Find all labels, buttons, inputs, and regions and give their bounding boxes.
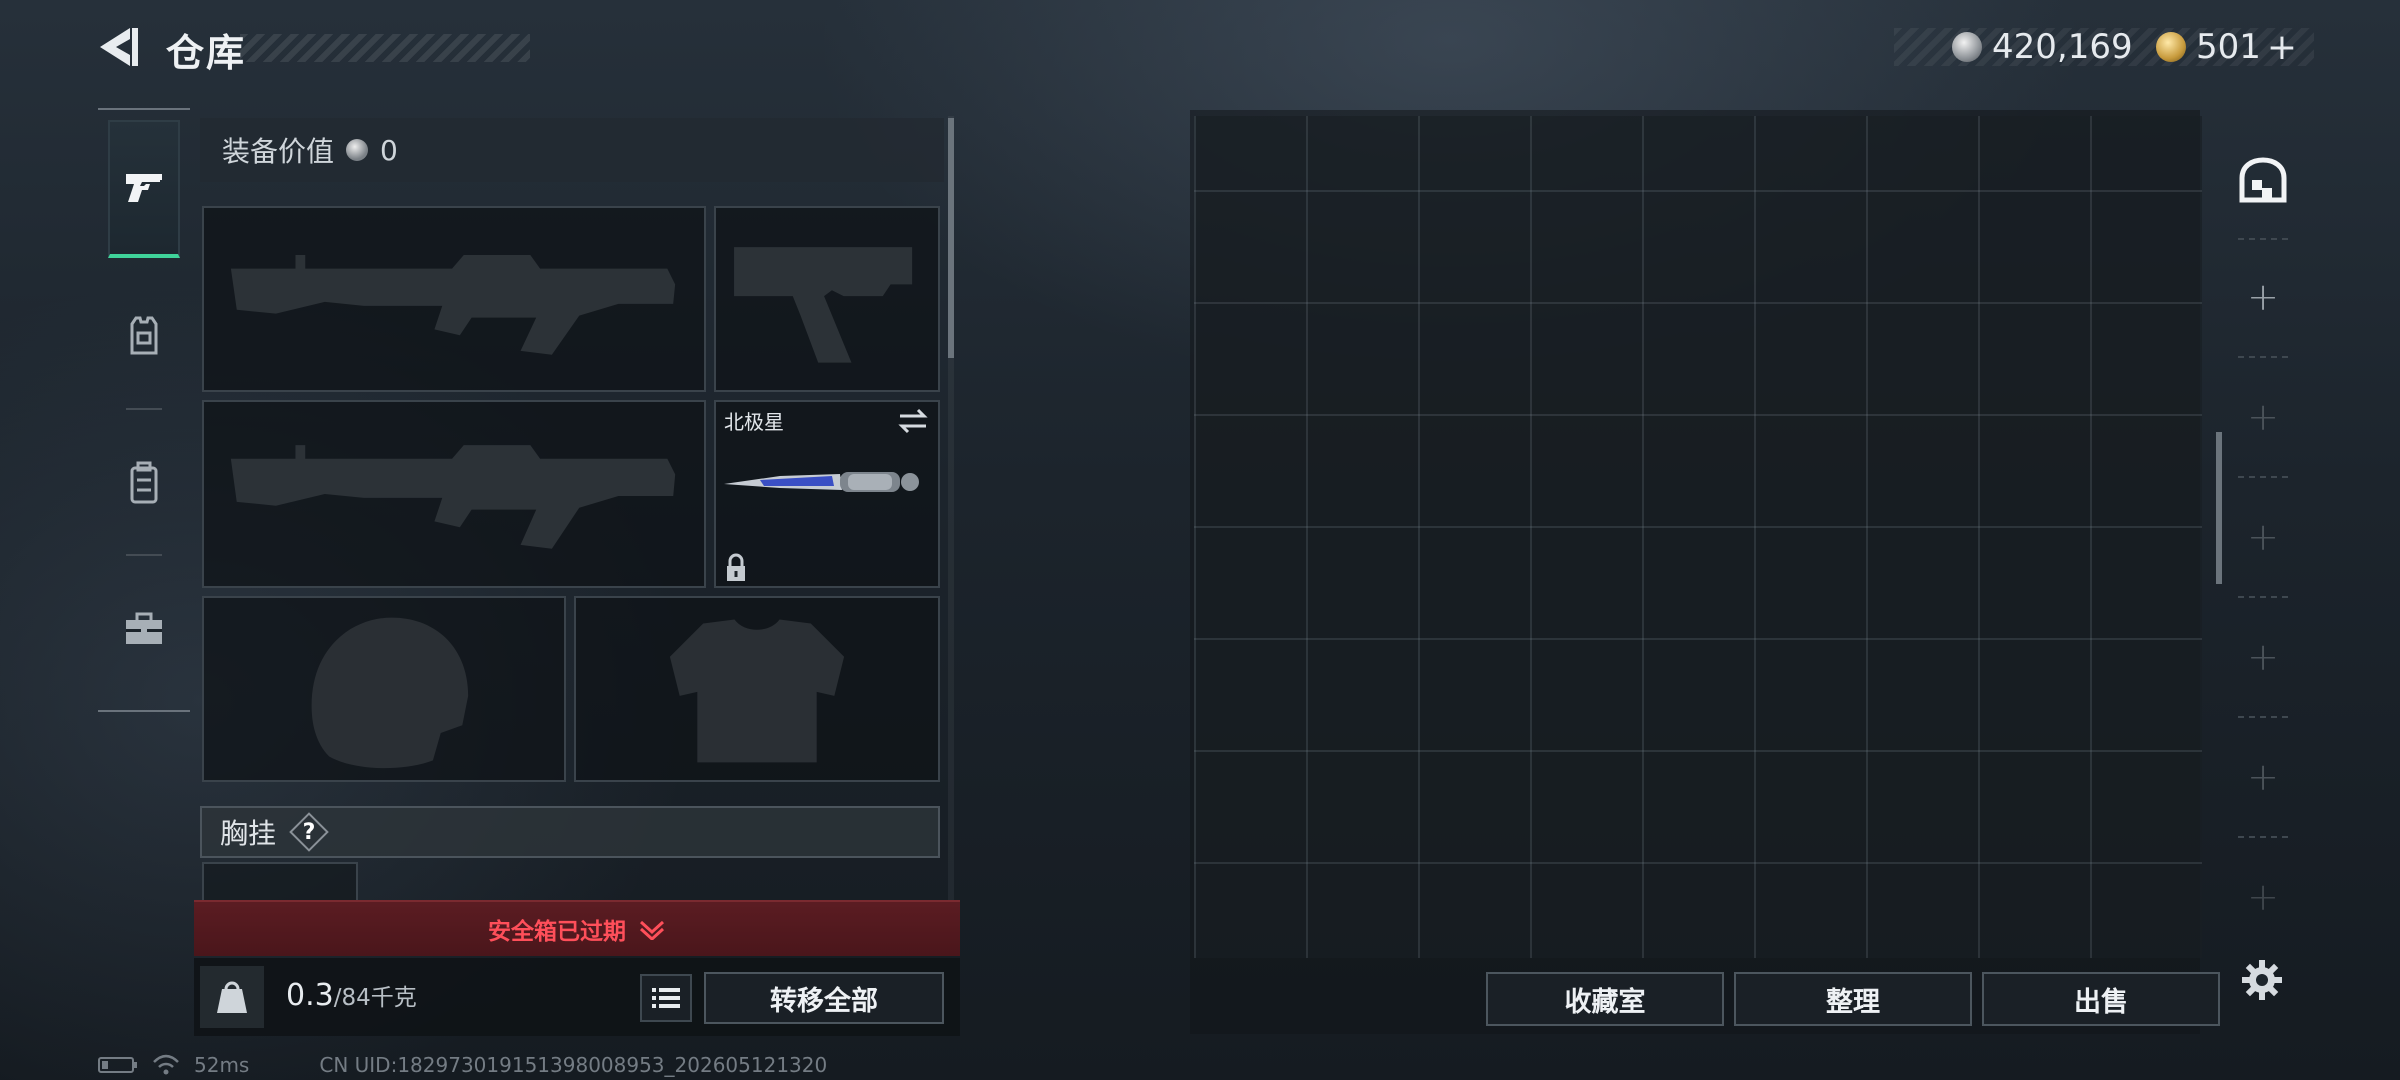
back-button[interactable] [96,24,142,70]
battery-icon [98,1057,137,1073]
page-title: 仓库 [166,31,247,75]
melee-item-name: 北极星 [724,410,784,434]
storage-grid[interactable] [1194,116,2202,958]
swap-icon[interactable] [896,406,930,436]
loadout-scrollbar-thumb[interactable] [948,118,954,358]
storage-tab-add[interactable]: + [2222,358,2304,476]
secondary-weapon-slot[interactable] [202,400,706,588]
primary-weapon-slot[interactable] [202,206,706,392]
status-bar: 52ms CN UID:182973019151398008953_202605… [98,1052,827,1078]
wifi-icon [153,1054,179,1075]
gear-icon [2242,960,2282,1000]
warehouse-icon [2239,157,2287,203]
secure-case-expired-banner[interactable]: 安全箱已过期 [194,900,960,956]
plus-icon: + [2247,275,2279,319]
ping-text: 52ms [194,1053,250,1077]
storage-tab-main[interactable] [2222,122,2304,238]
pistol-slot[interactable] [714,206,940,392]
storage-tab-add[interactable]: + [2222,598,2304,716]
carry-weight-max: /84千克 [333,985,417,1011]
helmet-slot[interactable] [202,596,566,782]
melee-slot[interactable]: 北极星 [714,400,940,588]
tab-weapons[interactable] [108,120,180,258]
pistol-silhouette-icon [734,247,913,363]
rifle-silhouette-icon [230,445,676,549]
list-icon [652,988,680,1008]
chest-rig-label: 胸挂 [220,817,277,850]
rail-separator [126,554,162,556]
storage-tab-add[interactable]: + [2222,478,2304,596]
plus-icon: + [2247,515,2279,559]
sort-button[interactable]: 整理 [1734,972,1972,1026]
tab-backpack[interactable] [108,414,180,552]
armor-vest-icon [130,316,158,355]
weight-icon-box [200,966,264,1028]
plus-icon: + [2247,875,2279,919]
transfer-all-button[interactable]: 转移全部 [704,972,944,1024]
gold-coin-icon [2156,32,2186,62]
sell-button[interactable]: 出售 [1982,972,2220,1026]
equipment-value: 0 [380,133,398,167]
carry-weight: 0.3 /84千克 [286,978,417,1013]
storage-tab-add[interactable]: + [2222,838,2304,956]
storage-tab-add[interactable]: + [2222,718,2304,836]
rail-bottom-divider [98,710,190,712]
helmet-silhouette-icon [311,617,469,769]
pistol-icon [126,174,162,202]
silver-currency: 420,169 [1952,26,2133,68]
storage-tab-add[interactable]: + [2222,238,2304,356]
carry-weight-current: 0.3 [286,978,334,1013]
rail-separator [126,408,162,410]
uid-text: CN UID:182973019151398008953_20260512132… [319,1053,828,1077]
help-icon[interactable]: ? [292,815,326,849]
secure-case-expired-text: 安全箱已过期 [488,919,626,945]
armor-silhouette-icon [669,619,845,763]
plus-icon: + [2247,755,2279,799]
collection-room-button[interactable]: 收藏室 [1486,972,1724,1026]
silver-currency-amount: 420,169 [1992,27,2133,67]
list-view-button[interactable] [640,974,692,1022]
settings-button[interactable] [2234,952,2290,1008]
gold-currency[interactable]: 501 + [2156,26,2297,68]
rail-top-divider [98,108,190,110]
chest-rig-header: 胸挂 ? [200,806,940,858]
chevron-down-icon [639,920,665,940]
knife-icon [724,472,919,492]
back-arrow-icon [100,28,138,66]
lock-icon [727,553,745,581]
gold-currency-amount: 501 [2196,27,2261,67]
title-decoration [240,34,530,62]
chest-rig-slot[interactable] [202,862,358,902]
silver-coin-icon [1952,32,1982,62]
weight-icon [217,981,247,1013]
equipment-value-bar: 装备价值 0 [200,118,944,182]
briefcase-icon [126,612,162,644]
backpack-icon [130,461,158,504]
tab-case[interactable] [108,560,180,698]
rifle-silhouette-icon [230,254,676,355]
tab-armor[interactable] [108,268,180,406]
silver-coin-icon [346,139,369,161]
plus-icon: + [2247,395,2279,439]
body-armor-slot[interactable] [574,596,940,782]
equipment-value-label: 装备价值 [222,135,335,168]
gold-currency-add[interactable]: + [2267,27,2297,68]
plus-icon: + [2247,635,2279,679]
